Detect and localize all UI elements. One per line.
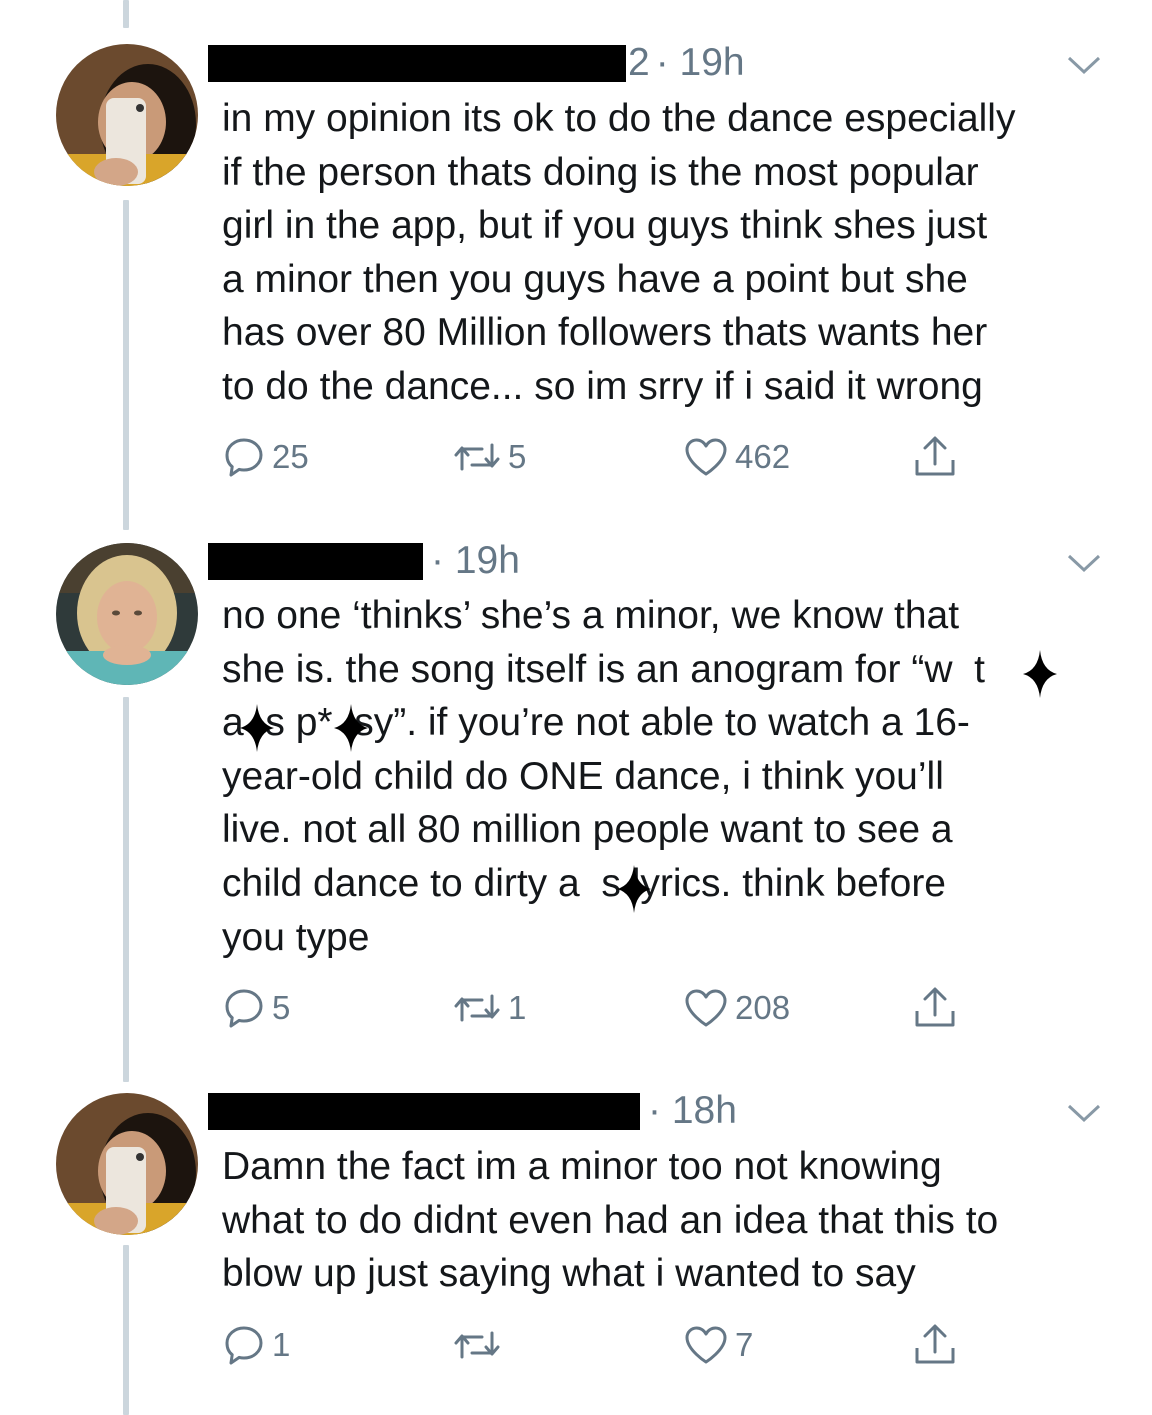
share-button[interactable]: [912, 983, 958, 1033]
like-count: 462: [735, 438, 791, 475]
like-button[interactable]: 208: [683, 983, 790, 1033]
retweet-count: 5: [508, 438, 527, 475]
retweet-button[interactable]: 5: [452, 432, 526, 482]
tweet-header: · 18h: [208, 1086, 737, 1136]
avatar[interactable]: [56, 543, 198, 685]
share-icon: [915, 987, 955, 1027]
retweet-icon: [454, 1331, 500, 1359]
like-button[interactable]: 7: [683, 1320, 753, 1370]
share-button[interactable]: [912, 432, 958, 482]
avatar[interactable]: [56, 1093, 198, 1235]
sparkle-censor-icon: [1023, 650, 1057, 698]
share-icon: [915, 436, 955, 476]
reply-button[interactable]: 1: [222, 1320, 290, 1370]
tweet-text: in my opinion its ok to do the dance esp…: [222, 97, 1016, 408]
timestamp: · 19h: [655, 41, 745, 84]
timestamp: · 18h: [648, 1089, 737, 1132]
like-icon: [685, 1326, 727, 1364]
tweet[interactable]: 2 · 19h in my opinion its ok to do the d…: [0, 0, 1152, 530]
sparkle-censor-icon: [240, 704, 274, 752]
retweet-icon: [454, 443, 500, 471]
retweet-button[interactable]: 1: [452, 983, 526, 1033]
tweet-actions: 25 5 462: [0, 432, 1152, 482]
tweet-header: · 19h: [208, 536, 520, 586]
share-button[interactable]: [912, 1320, 958, 1370]
retweet-count: 1: [508, 989, 527, 1026]
timestamp: · 19h: [431, 539, 520, 582]
tweet[interactable]: · 18h Damn the fact im a minor too not k…: [0, 1080, 1152, 1415]
sparkle-censor-icon: [334, 704, 368, 752]
like-count: 7: [735, 1326, 754, 1363]
like-icon: [685, 989, 727, 1027]
like-button[interactable]: 462: [683, 432, 790, 482]
username-tail: 2: [628, 41, 650, 84]
reply-icon: [225, 1326, 263, 1365]
tweet-text: Damn the fact im a minor too not knowing…: [222, 1145, 999, 1296]
share-icon: [915, 1324, 955, 1364]
reply-count: 25: [272, 438, 309, 475]
redacted-username: [208, 44, 626, 82]
chevron-down-icon[interactable]: [1066, 53, 1102, 77]
tweet[interactable]: · 19h no one ‘thinks’ she’s a minor, we …: [0, 530, 1152, 1080]
retweet-icon: [454, 994, 500, 1022]
chevron-down-icon[interactable]: [1066, 551, 1102, 575]
tweet-actions: 1 7: [0, 1320, 1152, 1370]
tweet-actions: 5 1 208: [0, 983, 1152, 1033]
sparkle-censor-icon: [617, 865, 651, 913]
reply-count: 1: [272, 1326, 291, 1363]
like-icon: [685, 438, 727, 476]
reply-button[interactable]: 25: [222, 432, 309, 482]
reply-count: 5: [272, 989, 291, 1026]
reply-button[interactable]: 5: [222, 983, 290, 1033]
redacted-username: [208, 1092, 640, 1130]
retweet-button[interactable]: [452, 1320, 508, 1370]
reply-icon: [225, 989, 263, 1028]
avatar[interactable]: [56, 44, 198, 186]
like-count: 208: [735, 989, 791, 1026]
chevron-down-icon[interactable]: [1066, 1101, 1102, 1125]
tweet-text: no one ‘thinks’ she’s a minor, we know t…: [222, 594, 986, 959]
reply-icon: [225, 438, 263, 477]
redacted-username: [208, 542, 423, 580]
tweet-header: 2 · 19h: [208, 38, 745, 88]
